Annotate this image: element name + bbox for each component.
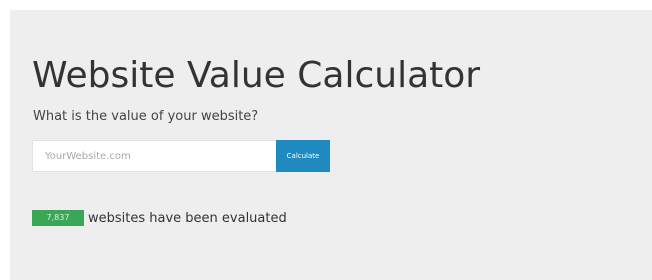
- page-title: Website Value Calculator: [32, 55, 481, 96]
- evaluated-count-label: websites have been evaluated: [88, 210, 287, 226]
- calculator-panel: Website Value Calculator What is the val…: [10, 10, 652, 280]
- calculate-button[interactable]: Calculate: [276, 140, 330, 172]
- evaluation-stats: 7,837 websites have been evaluated: [32, 208, 287, 228]
- evaluated-count-badge: 7,837: [32, 210, 84, 226]
- website-url-input[interactable]: [32, 140, 276, 172]
- url-form: Calculate: [32, 140, 330, 172]
- page-subtitle: What is the value of your website?: [33, 109, 259, 124]
